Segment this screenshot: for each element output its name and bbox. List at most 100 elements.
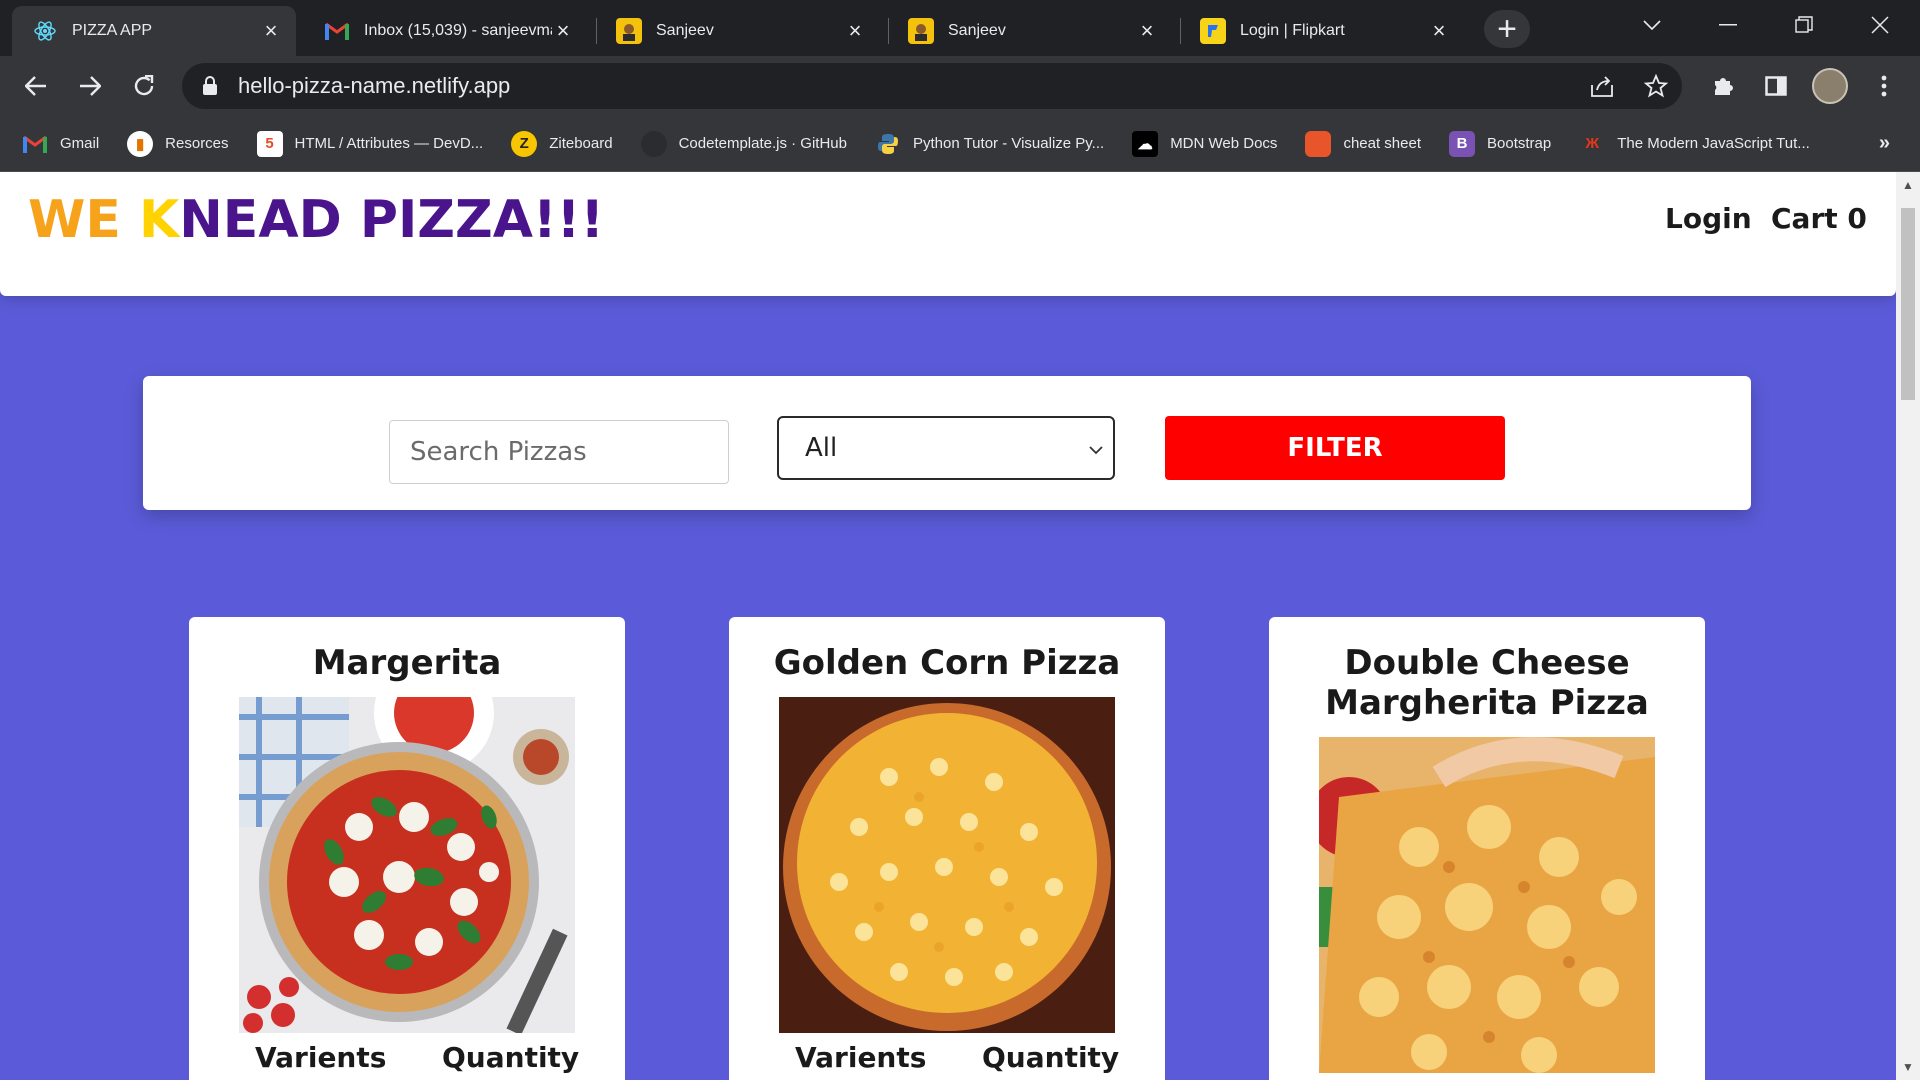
restore-window-icon[interactable] <box>1766 0 1842 50</box>
extensions-puzzle-icon[interactable] <box>1704 66 1744 106</box>
profile-avatar[interactable] <box>1812 68 1848 104</box>
lock-icon <box>202 76 218 96</box>
python-icon <box>875 131 901 157</box>
brand-text-we: WE <box>28 190 139 250</box>
bookmark-python-tutor[interactable]: Python Tutor - Visualize Py... <box>875 131 1104 157</box>
bookmark-cheat-sheet[interactable]: cheat sheet <box>1305 130 1421 157</box>
close-window-icon[interactable] <box>1842 0 1918 50</box>
tab-gmail-inbox[interactable]: Inbox (15,039) - sanjeevmar × <box>304 6 588 56</box>
category-select-value: All <box>805 433 838 463</box>
brand-text-k: K <box>138 190 180 250</box>
category-select[interactable]: All <box>777 416 1115 480</box>
bookmark-resorces[interactable]: ▮ Resorces <box>127 130 229 157</box>
bookmark-javascript-info[interactable]: Ж The Modern JavaScript Tut... <box>1579 131 1810 157</box>
brand-text-knead-pizza: NEAD PIZZA!!! <box>179 190 605 250</box>
bookmark-label: Codetemplate.js · GitHub <box>678 135 847 152</box>
filter-button[interactable]: FILTER <box>1165 416 1505 480</box>
gmail-icon <box>324 18 350 44</box>
close-tab-icon[interactable]: × <box>552 18 574 43</box>
tab-flipkart-login[interactable]: Login | Flipkart × <box>1180 6 1464 56</box>
brand-logo[interactable]: WE KNEAD PIZZA!!! <box>28 190 604 250</box>
close-tab-icon[interactable]: × <box>1428 18 1450 43</box>
url-text: hello-pizza-name.netlify.app <box>238 73 511 98</box>
javascript-info-icon: Ж <box>1585 135 1599 152</box>
side-panel-icon[interactable] <box>1756 66 1796 106</box>
react-icon <box>32 18 58 44</box>
tab-search-chevron-icon[interactable] <box>1614 0 1690 50</box>
bookmark-label: Bootstrap <box>1487 135 1552 152</box>
tab-sanjeev-2[interactable]: Sanjeev × <box>888 6 1172 56</box>
devdocs-icon: 5 <box>256 130 283 157</box>
bookmark-gmail[interactable]: Gmail <box>22 131 99 157</box>
ziteboard-icon: Z <box>511 130 538 157</box>
tab-title: Inbox (15,039) - sanjeevmar <box>364 22 552 39</box>
pizza-card: Golden Corn Pizza Varients Quantity <box>729 617 1165 1080</box>
pizza-card: Margerita Varients Quantity <box>189 617 625 1080</box>
bookmark-devdocs[interactable]: 5 HTML / Attributes — DevD... <box>256 130 484 157</box>
pizza-image[interactable] <box>1319 737 1655 1073</box>
tab-title: PIZZA APP <box>72 22 153 39</box>
resources-icon: ▮ <box>127 130 154 157</box>
bookmark-mdn[interactable]: ☁ MDN Web Docs <box>1132 130 1278 157</box>
bookmark-github[interactable]: Codetemplate.js · GitHub <box>640 130 847 157</box>
minimize-window-icon[interactable] <box>1690 0 1766 50</box>
cheatsheet-icon <box>1305 130 1332 157</box>
forward-arrow-icon[interactable] <box>70 66 110 106</box>
github-icon <box>640 130 667 157</box>
share-icon[interactable] <box>1582 66 1622 106</box>
pizza-name: Double Cheese Margherita Pizza <box>1325 643 1649 723</box>
scroll-down-arrow-icon[interactable]: ▼ <box>1901 1060 1915 1074</box>
search-input[interactable] <box>389 420 729 484</box>
bookmark-label: Python Tutor - Visualize Py... <box>912 135 1105 152</box>
pizza-image[interactable] <box>779 697 1115 1033</box>
mdn-icon: ☁ <box>1132 130 1159 157</box>
reload-icon[interactable] <box>124 66 164 106</box>
bookmark-label: The Modern JavaScript Tut... <box>1617 135 1810 152</box>
scrollbar-thumb[interactable] <box>1901 208 1915 400</box>
quantity-label: Quantity <box>442 1041 580 1074</box>
quantity-label: Quantity <box>982 1041 1120 1074</box>
cart-link[interactable]: Cart 0 <box>1771 202 1867 235</box>
close-tab-icon[interactable]: × <box>1136 18 1158 43</box>
bookmark-star-icon[interactable] <box>1636 66 1676 106</box>
filter-panel: All FILTER <box>143 376 1751 510</box>
pizza-name: Margerita <box>312 643 502 683</box>
flipkart-icon <box>1200 18 1226 44</box>
browser-menu-icon[interactable] <box>1864 66 1904 106</box>
browser-tab-strip: PIZZA APP × Inbox (15,039) - sanjeevmar … <box>0 0 1920 56</box>
page-viewport: WE KNEAD PIZZA!!! Login Cart 0 All FILTE… <box>0 172 1920 1080</box>
bookmark-label: cheat sheet <box>1343 135 1421 152</box>
page-scrollbar[interactable]: ▲ ▼ <box>1896 172 1920 1080</box>
close-tab-icon[interactable]: × <box>844 18 866 43</box>
avatar-icon <box>616 18 642 44</box>
pizza-card: Double Cheese Margherita Pizza <box>1269 617 1705 1080</box>
new-tab-button[interactable]: + <box>1484 10 1530 48</box>
scroll-up-arrow-icon[interactable]: ▲ <box>1901 178 1915 192</box>
bookmark-label: Resorces <box>165 135 229 152</box>
tab-sanjeev-1[interactable]: Sanjeev × <box>596 6 880 56</box>
back-arrow-icon[interactable] <box>16 66 56 106</box>
tab-title: Sanjeev <box>656 22 714 39</box>
bookmark-label: MDN Web Docs <box>1170 135 1278 152</box>
login-link[interactable]: Login <box>1665 202 1752 235</box>
gmail-icon <box>22 131 48 157</box>
site-header: WE KNEAD PIZZA!!! Login Cart 0 <box>0 172 1896 296</box>
bookmark-bootstrap[interactable]: B Bootstrap <box>1449 130 1552 157</box>
bookmark-ziteboard[interactable]: Z Ziteboard <box>511 130 613 157</box>
chevron-down-icon <box>1089 436 1103 460</box>
tab-title: Login | Flipkart <box>1240 22 1345 39</box>
pizza-image[interactable] <box>239 697 575 1033</box>
bookmark-label: Gmail <box>60 135 100 152</box>
address-bar[interactable]: hello-pizza-name.netlify.app <box>182 63 1682 109</box>
bookmark-label: HTML / Attributes — DevD... <box>294 135 484 152</box>
varients-label: Varients <box>255 1041 387 1074</box>
pizza-name: Golden Corn Pizza <box>773 643 1121 683</box>
bookmarks-bar: Gmail ▮ Resorces 5 HTML / Attributes — D… <box>0 116 1920 172</box>
bookmarks-overflow-chevron-icon[interactable]: » <box>1879 132 1890 155</box>
tab-pizza-app[interactable]: PIZZA APP × <box>12 6 296 56</box>
close-tab-icon[interactable]: × <box>260 18 282 43</box>
tab-title: Sanjeev <box>948 22 1006 39</box>
avatar-icon <box>908 18 934 44</box>
bootstrap-icon: B <box>1449 130 1475 157</box>
varients-label: Varients <box>795 1041 927 1074</box>
